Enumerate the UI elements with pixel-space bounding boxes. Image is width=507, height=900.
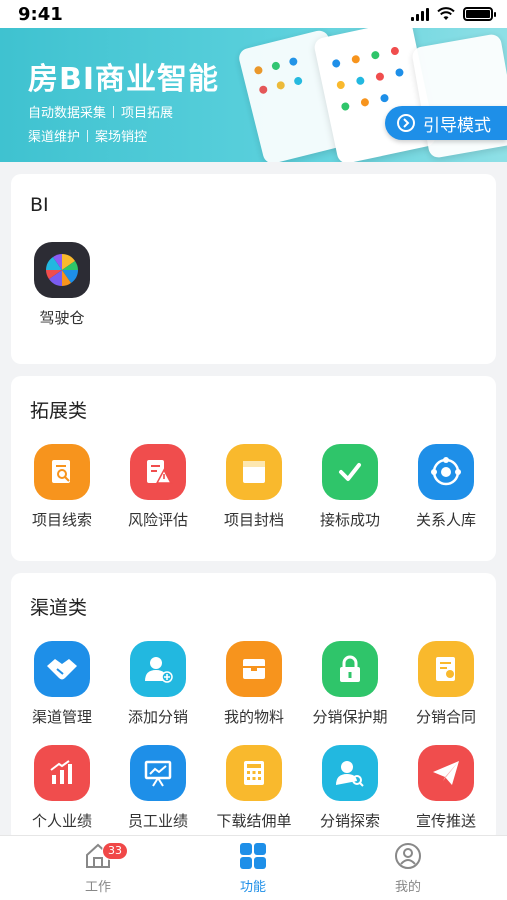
battery-icon	[463, 7, 496, 21]
item-label: 下载结佣单	[216, 812, 292, 830]
section-title: BI	[30, 194, 49, 216]
checkmark-icon	[322, 444, 378, 500]
bid-success-item[interactable]: 接标成功	[302, 444, 398, 530]
banner-tag: 项目拓展	[121, 106, 174, 121]
item-label: 驾驶仓	[39, 309, 85, 327]
cockpit-item[interactable]: 驾驶仓	[14, 242, 110, 328]
status-icons	[411, 7, 496, 21]
tab-work[interactable]: 33 工作	[48, 842, 148, 895]
item-label: 添加分销	[127, 708, 188, 726]
banner-tag: 自动数据采集	[28, 106, 107, 121]
wifi-icon	[437, 7, 455, 20]
item-label: 风险评估	[127, 511, 188, 529]
status-bar: 9:41	[0, 0, 507, 28]
banner-tags: 自动数据采集 项目拓展 渠道维护 案场销控	[28, 102, 173, 150]
distribution-protection-item[interactable]: 分销保护期	[302, 641, 398, 727]
item-label: 分销合同	[415, 708, 476, 726]
distribution-explore-item[interactable]: 分销探索	[302, 745, 398, 831]
item-label: 项目封档	[223, 511, 284, 529]
doc-search-icon	[34, 444, 90, 500]
item-label: 宣传推送	[415, 812, 476, 830]
profile-icon	[395, 843, 421, 869]
channel-management-item[interactable]: 渠道管理	[14, 641, 110, 727]
item-label: 员工业绩	[127, 812, 188, 830]
banner-tag: 渠道维护	[28, 130, 81, 145]
paper-plane-icon	[418, 745, 474, 801]
add-user-icon	[130, 641, 186, 697]
box-icon	[226, 641, 282, 697]
user-search-icon	[322, 745, 378, 801]
item-label: 个人业绩	[31, 812, 92, 830]
personal-performance-item[interactable]: 个人业绩	[14, 745, 110, 831]
pinwheel-icon	[34, 242, 90, 298]
channel-card: 渠道类 渠道管理 添加分销 我的物料 分销保护期 分销合同 个人业绩 员工业绩 …	[11, 573, 496, 843]
network-icon	[418, 444, 474, 500]
expand-card: 拓展类 项目线索 风险评估 项目封档 接标成功 关系人库	[11, 376, 496, 561]
item-label: 关系人库	[415, 511, 476, 529]
lock-icon	[322, 641, 378, 697]
contacts-library-item[interactable]: 关系人库	[398, 444, 494, 530]
employee-performance-item[interactable]: 员工业绩	[110, 745, 206, 831]
banner-title: 房BI商业智能	[28, 62, 220, 97]
bi-card: BI 驾驶仓	[11, 174, 496, 364]
item-label: 渠道管理	[31, 708, 92, 726]
presentation-icon	[130, 745, 186, 801]
add-distributor-item[interactable]: 添加分销	[110, 641, 206, 727]
risk-assessment-item[interactable]: 风险评估	[110, 444, 206, 530]
tab-mine[interactable]: 我的	[358, 842, 458, 895]
my-materials-item[interactable]: 我的物料	[206, 641, 302, 727]
bar-up-icon	[34, 745, 90, 801]
item-label: 项目线索	[31, 511, 92, 529]
project-archive-item[interactable]: 项目封档	[206, 444, 302, 530]
notification-badge: 33	[102, 842, 128, 860]
contract-icon	[418, 641, 474, 697]
banner-tag: 案场销控	[95, 130, 148, 145]
tab-functions[interactable]: 功能	[203, 842, 303, 895]
project-clue-item[interactable]: 项目线索	[14, 444, 110, 530]
item-label: 我的物料	[223, 708, 284, 726]
signal-icon	[411, 7, 429, 21]
promo-banner[interactable]: 房BI商业智能 自动数据采集 项目拓展 渠道维护 案场销控 引导模式	[0, 28, 507, 162]
doc-warning-icon	[130, 444, 186, 500]
tab-label: 工作	[84, 880, 111, 895]
section-title: 拓展类	[30, 400, 88, 422]
guide-mode-button[interactable]: 引导模式	[385, 106, 507, 140]
item-label: 分销探索	[319, 812, 380, 830]
handshake-icon	[34, 641, 90, 697]
distribution-contract-item[interactable]: 分销合同	[398, 641, 494, 727]
grid-icon	[240, 843, 266, 869]
status-time: 9:41	[18, 4, 63, 25]
bottom-tab-bar: 33 工作 功能 我的	[0, 835, 507, 900]
calculator-icon	[226, 745, 282, 801]
promotion-push-item[interactable]: 宣传推送	[398, 745, 494, 831]
tab-label: 功能	[239, 880, 266, 895]
tab-label: 我的	[394, 880, 421, 895]
section-title: 渠道类	[30, 597, 88, 619]
guide-mode-label: 引导模式	[423, 115, 491, 136]
item-label: 接标成功	[319, 511, 380, 529]
archive-icon	[226, 444, 282, 500]
download-commission-item[interactable]: 下载结佣单	[206, 745, 302, 831]
arrow-right-icon	[397, 114, 415, 132]
item-label: 分销保护期	[312, 708, 388, 726]
